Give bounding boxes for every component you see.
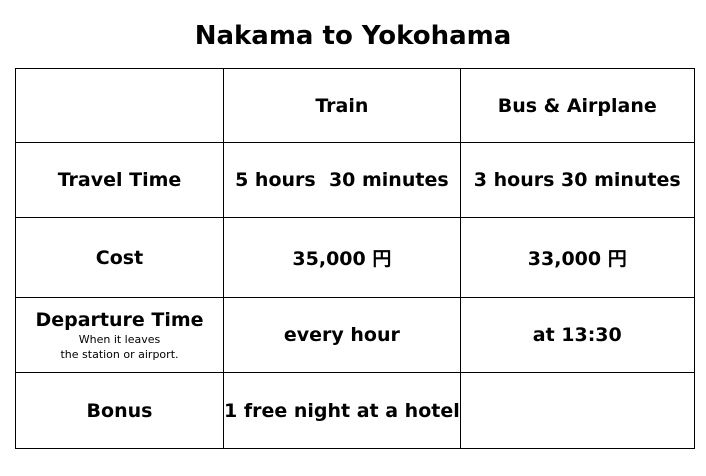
bus-airplane-departure-time: at 13:30 <box>459 297 695 373</box>
row-label: Departure Time <box>35 309 204 331</box>
comparison-table: Train Bus & Airplane Travel Time 5 hours… <box>15 68 695 449</box>
train-cost: 35,000 円 <box>223 217 461 298</box>
page-title: Nakama to Yokohama <box>194 21 512 51</box>
row-label: Bonus <box>86 399 153 422</box>
bus-airplane-bonus <box>459 372 695 449</box>
bus-airplane-cost: 33,000 円 <box>459 217 695 298</box>
row-label: Cost <box>95 246 144 269</box>
bus-airplane-travel-time: 3 hours 30 minutes <box>459 142 695 218</box>
train-bonus: 1 free night at a hotel <box>223 372 461 449</box>
header-train: Train <box>223 68 461 143</box>
table-row-cost: Cost 35,000 円 33,000 円 <box>15 217 695 298</box>
table-header-row: Train Bus & Airplane <box>15 68 695 143</box>
train-travel-time: 5 hours 30 minutes <box>223 142 461 218</box>
row-label: Travel Time <box>57 169 182 191</box>
train-departure-time: every hour <box>223 297 461 373</box>
header-bus-airplane: Bus & Airplane <box>459 68 695 143</box>
table-row-bonus: Bonus 1 free night at a hotel <box>15 372 695 449</box>
row-label-cell: Travel Time <box>15 142 224 218</box>
table-row-travel-time: Travel Time 5 hours 30 minutes 3 hours 3… <box>15 142 695 218</box>
row-note: When it leaves <box>78 333 161 346</box>
row-label-cell: Cost <box>15 217 224 298</box>
row-note: the station or airport. <box>60 348 179 361</box>
row-label-cell: Departure Time When it leaves the statio… <box>15 297 224 373</box>
header-corner-cell <box>15 68 224 143</box>
table-row-departure-time: Departure Time When it leaves the statio… <box>15 297 695 373</box>
row-label-cell: Bonus <box>15 372 224 449</box>
